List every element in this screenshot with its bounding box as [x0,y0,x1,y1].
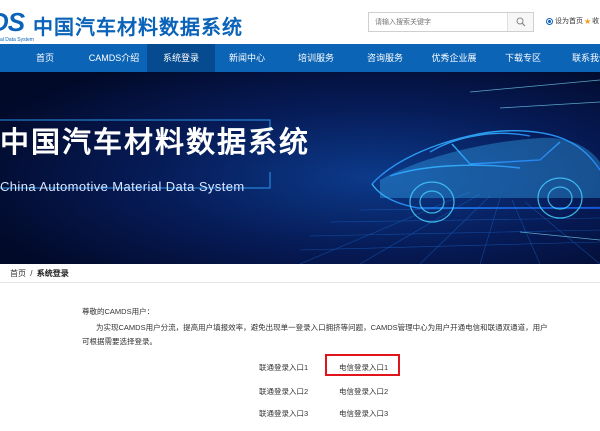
telecom-login-link-3[interactable]: 电信登录入口3 [339,408,388,419]
nav-consulting[interactable]: 咨询服务 [355,44,415,72]
nav-system-login[interactable]: 系统登录 [147,44,215,72]
unicom-login-link-3[interactable]: 联通登录入口3 [259,408,308,419]
search-button[interactable] [507,13,533,31]
notice-text: 尊敬的CAMDS用户： 为实现CAMDS用户分流，提高用户填报效率，避免出现单一… [82,305,582,349]
logo-mark[interactable]: DS [0,8,28,36]
banner-subtitle: China Automotive Material Data System [0,179,245,194]
nav-downloads[interactable]: 下载专区 [493,44,553,72]
breadcrumb-divider [0,282,600,283]
highlight-box [325,354,400,376]
site-subtitle: al Data System [0,37,34,43]
main-nav: 首页 CAMDS介绍 系统登录 新闻中心 培训服务 咨询服务 优秀企业展 下载专… [0,44,600,72]
star-icon: ★ [584,16,592,26]
nav-enterprises[interactable]: 优秀企业展 [420,44,488,72]
favorite-link[interactable]: ★ 收 [584,16,599,26]
telecom-login-link-2[interactable]: 电信登录入口2 [339,386,388,397]
search-icon [516,17,525,27]
notice-paragraph-cont: 可根据需要选择登录。 [82,337,157,346]
breadcrumb-current: 系统登录 [36,269,69,278]
nav-home[interactable]: 首页 [25,44,65,72]
home-radio-icon [546,17,553,25]
site-header: DS 中国汽车材料数据系统 al Data System 设为首页 ★ 收 [0,0,600,44]
breadcrumb-home[interactable]: 首页 [10,269,26,278]
site-title: 中国汽车材料数据系统 [33,17,243,39]
breadcrumb: 首页 / 系统登录 [10,268,69,279]
set-homepage-link[interactable]: 设为首页 [546,16,583,26]
banner-graphic [0,72,600,264]
nav-news[interactable]: 新闻中心 [218,44,276,72]
unicom-login-link-2[interactable]: 联通登录入口2 [259,386,308,397]
hero-banner: 中国汽车材料数据系统 China Automotive Material Dat… [0,72,600,264]
unicom-login-link-1[interactable]: 联通登录入口1 [259,362,308,373]
nav-training[interactable]: 培训服务 [286,44,346,72]
nav-contact[interactable]: 联系我们 [560,44,600,72]
greeting: 尊敬的CAMDS用户： [82,307,155,316]
breadcrumb-separator: / [30,269,33,278]
nav-camds-intro[interactable]: CAMDS介绍 [80,44,148,72]
search-box [368,12,534,32]
search-input[interactable] [369,13,509,31]
banner-title: 中国汽车材料数据系统 [0,127,311,159]
notice-paragraph: 为实现CAMDS用户分流，提高用户填报效率，避免出现单一登录入口拥挤等问题，CA… [96,323,548,332]
